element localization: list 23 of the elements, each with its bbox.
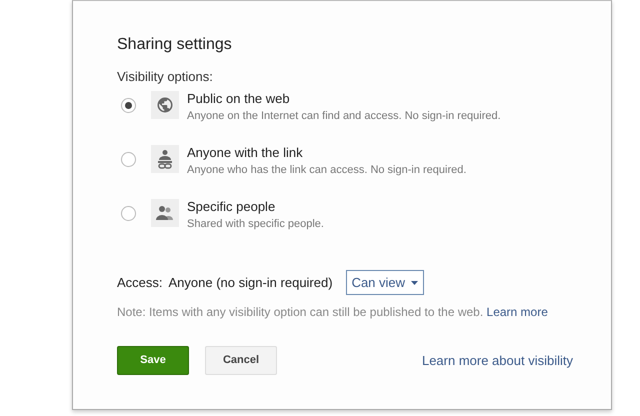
learn-more-visibility-link[interactable]: Learn more about visibility xyxy=(422,350,573,370)
cancel-button[interactable]: Cancel xyxy=(205,346,277,375)
people-icon xyxy=(155,205,175,221)
person-link-icon xyxy=(156,149,174,169)
globe-icon xyxy=(156,96,174,114)
option-title: Public on the web xyxy=(187,91,291,107)
access-label: Access: xyxy=(117,274,163,292)
access-value: Anyone (no sign-in required) xyxy=(168,274,333,292)
radio-button[interactable] xyxy=(121,206,136,221)
save-button[interactable]: Save xyxy=(117,346,189,375)
radio-button[interactable] xyxy=(121,98,136,113)
dialog-title: Sharing settings xyxy=(117,35,233,55)
caret-icon xyxy=(411,280,418,284)
radio-button[interactable] xyxy=(121,152,136,167)
option-title: Anyone with the link xyxy=(187,145,304,161)
learn-more-link[interactable]: Learn more xyxy=(486,305,548,319)
option-description: Anyone on the Internet can find and access. No sign-in required. xyxy=(187,109,501,123)
note-text: Note: Items with any visibility option can still be published to the web. xyxy=(117,305,484,319)
visibility-label: Visibility options: xyxy=(117,68,214,86)
option-title: Specific people xyxy=(187,199,276,215)
option-description: Anyone who has the link can access. No sign-in required. xyxy=(187,163,466,177)
option-description: Shared with specific people. xyxy=(187,217,324,231)
permission-dropdown[interactable]: Can view xyxy=(346,270,424,295)
